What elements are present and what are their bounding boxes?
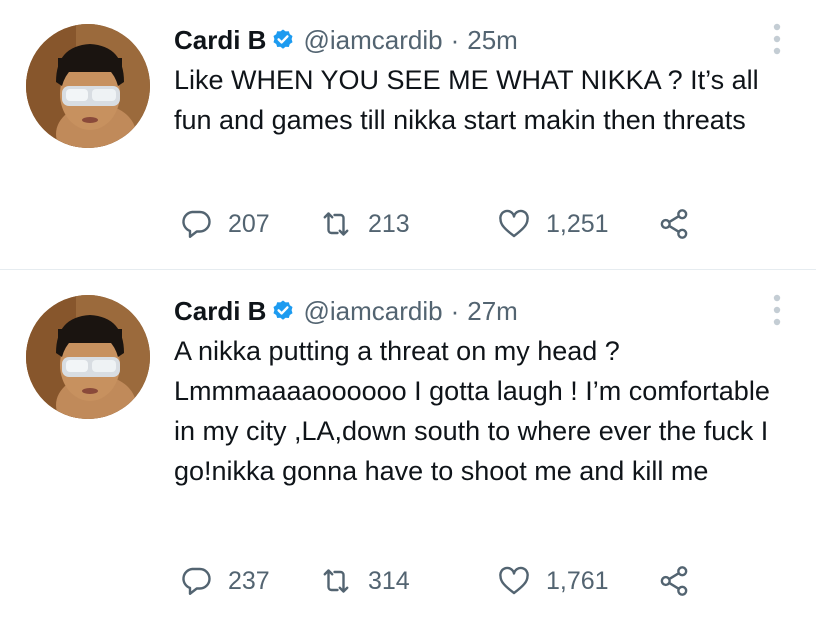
reply-icon [178, 563, 214, 599]
more-vertical-icon[interactable] [772, 293, 782, 327]
like-button[interactable]: 1,761 [496, 561, 609, 601]
handle[interactable]: @iamcardib [303, 296, 442, 327]
avatar[interactable] [26, 295, 150, 419]
like-count: 1,761 [546, 566, 609, 595]
more-vertical-icon[interactable] [772, 22, 782, 56]
share-icon [656, 206, 692, 242]
share-button[interactable] [656, 204, 692, 244]
retweet-button[interactable]: 213 [318, 204, 410, 244]
reply-button[interactable]: 237 [178, 561, 270, 601]
retweet-count: 213 [368, 209, 410, 238]
divider [0, 269, 816, 270]
like-count: 1,251 [546, 209, 609, 238]
retweet-button[interactable]: 314 [318, 561, 410, 601]
action-bar: 207 213 1,251 [178, 204, 718, 244]
reply-count: 207 [228, 209, 270, 238]
timestamp[interactable]: 25m [467, 25, 518, 56]
tweet-header: Cardi B @iamcardib · 25m [174, 20, 518, 60]
reply-button[interactable]: 207 [178, 204, 270, 244]
display-name[interactable]: Cardi B [174, 296, 266, 327]
separator-dot: · [450, 295, 460, 326]
separator-dot: · [450, 24, 460, 55]
reply-count: 237 [228, 566, 270, 595]
heart-icon [496, 206, 532, 242]
retweet-icon [318, 563, 354, 599]
tweet[interactable]: Cardi B @iamcardib · 27m A nikka putting… [0, 271, 816, 628]
action-bar: 237 314 1,761 [178, 561, 718, 601]
tweet[interactable]: Cardi B @iamcardib · 25m Like WHEN YOU S… [0, 0, 816, 270]
tweet-text: A nikka putting a threat on my head ? Lm… [174, 336, 770, 486]
avatar[interactable] [26, 24, 150, 148]
share-icon [656, 563, 692, 599]
heart-icon [496, 563, 532, 599]
verified-badge-icon [271, 28, 295, 52]
retweet-count: 314 [368, 566, 410, 595]
reply-icon [178, 206, 214, 242]
verified-badge-icon [271, 299, 295, 323]
retweet-icon [318, 206, 354, 242]
tweet-text: Like WHEN YOU SEE ME WHAT NIKKA ? It’s a… [174, 65, 759, 135]
handle[interactable]: @iamcardib [303, 25, 442, 56]
timestamp[interactable]: 27m [467, 296, 518, 327]
like-button[interactable]: 1,251 [496, 204, 609, 244]
display-name[interactable]: Cardi B [174, 25, 266, 56]
tweet-header: Cardi B @iamcardib · 27m [174, 291, 518, 331]
share-button[interactable] [656, 561, 692, 601]
